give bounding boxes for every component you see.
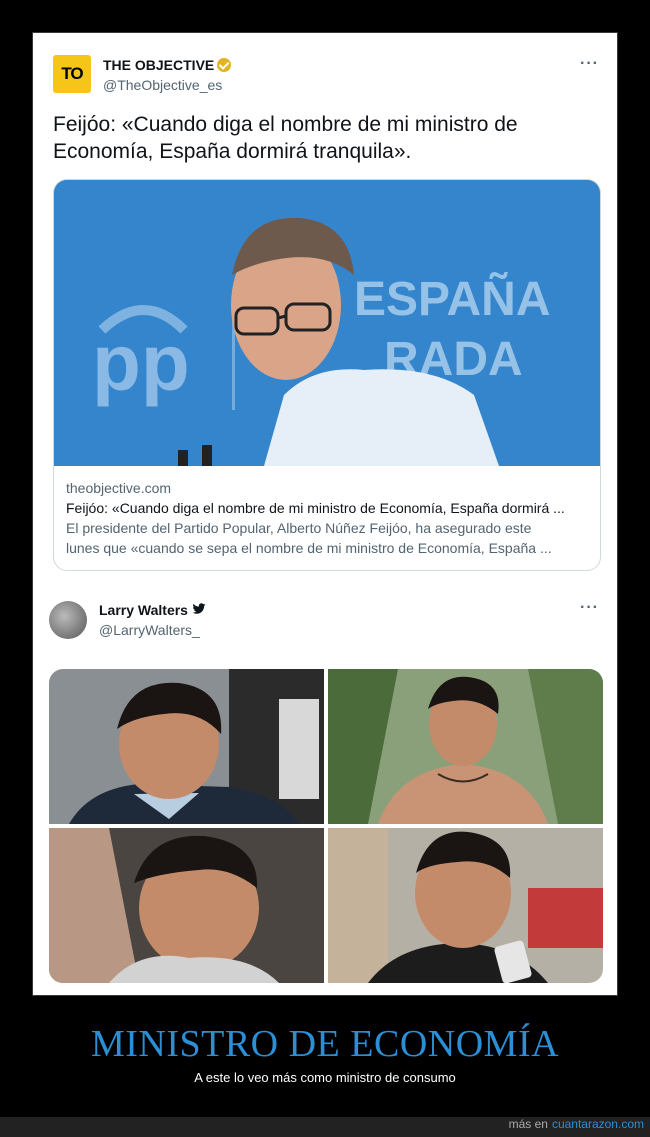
tweet2-author-handle[interactable]: @LarryWalters_ <box>99 622 200 638</box>
verified-bird-icon <box>192 603 206 618</box>
tweet2-author-name-text: Larry Walters <box>99 602 188 618</box>
banner-title: MINISTRO DE ECONOMÍA <box>90 1023 560 1065</box>
site-footer: más en cuantarazon.com <box>0 1117 650 1137</box>
card-meta: theobjective.com Feijóo: «Cuando diga el… <box>66 478 590 558</box>
card-domain: theobjective.com <box>66 480 172 496</box>
photo-man-smiling-suit[interactable] <box>49 669 325 825</box>
tweet1-author-name-text: THE OBJECTIVE <box>103 57 215 73</box>
link-preview-card[interactable]: pp ESPAÑA RADA theobjective.com Feijóo: … <box>53 179 601 571</box>
meme-frame: TO THE OBJECTIVE @TheObjective_es ··· Fe… <box>32 32 618 996</box>
footer-label: más en <box>508 1117 548 1131</box>
banner-text-1: ESPAÑA <box>354 271 550 326</box>
banner-subtitle: A este lo veo más como ministro de consu… <box>194 1070 456 1085</box>
card-description-line-1: El presidente del Partido Popular, Alber… <box>66 520 532 536</box>
more-options-icon[interactable]: ··· <box>580 599 599 617</box>
the-objective-logo[interactable]: TO <box>53 55 91 93</box>
verified-badge-icon <box>217 58 232 72</box>
card-title: Feijóo: «Cuando diga el nombre de mi min… <box>66 500 565 516</box>
tweet2-author-name[interactable]: Larry Walters <box>99 602 206 618</box>
tweet1-author-handle[interactable]: @TheObjective_es <box>103 77 222 93</box>
tweet1-text: Feijóo: «Cuando diga el nombre de mi min… <box>53 113 518 163</box>
more-options-icon[interactable]: ··· <box>580 55 599 73</box>
photo-grid <box>49 669 603 983</box>
photo-man-hugging[interactable] <box>49 827 325 984</box>
card-image: pp ESPAÑA RADA <box>54 180 600 466</box>
card-image-illustration: pp ESPAÑA RADA <box>54 180 600 466</box>
photo-man-holding-phone[interactable] <box>327 827 604 984</box>
card-description-line-2: lunes que «cuando se sepa el nombre de m… <box>66 540 552 556</box>
larry-walters-avatar[interactable] <box>49 601 87 639</box>
photo-man-shirtless-palm-trees[interactable] <box>327 669 604 825</box>
footer-site-link[interactable]: cuantarazon.com <box>552 1117 650 1131</box>
tweet1-author-name[interactable]: THE OBJECTIVE <box>103 57 232 73</box>
